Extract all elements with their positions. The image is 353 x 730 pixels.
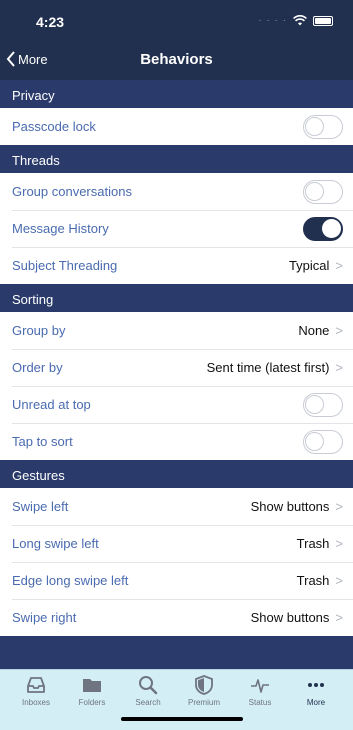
- unread-at-top-toggle[interactable]: [303, 392, 343, 417]
- pulse-icon: [251, 679, 269, 693]
- row-group-conversations: Group conversations: [0, 173, 353, 210]
- row-label: Message History: [12, 221, 109, 236]
- tab-premium[interactable]: Premium: [176, 674, 232, 707]
- row-value: Sent time (latest first): [206, 360, 330, 375]
- row-label: Edge long swipe left: [12, 573, 129, 588]
- settings-list: Privacy Passcode lock Threads Group conv…: [0, 80, 353, 636]
- row-group-by[interactable]: Group by None >: [0, 312, 353, 349]
- section-header-privacy: Privacy: [0, 80, 353, 108]
- chevron-right-icon: >: [335, 499, 343, 514]
- tab-search[interactable]: Search: [120, 674, 176, 707]
- folder-icon: [83, 679, 101, 692]
- section-header-gestures: Gestures: [0, 460, 353, 488]
- row-label: Swipe right: [12, 610, 77, 625]
- status-time: 4:23: [36, 14, 65, 30]
- row-value: Typical: [288, 258, 330, 273]
- chevron-right-icon: >: [335, 536, 343, 551]
- tab-status[interactable]: Status: [232, 674, 288, 707]
- wifi-icon: [293, 15, 307, 26]
- search-icon: [139, 676, 158, 695]
- inbox-icon: [27, 677, 45, 693]
- row-swipe-right[interactable]: Swipe right Show buttons >: [0, 599, 353, 636]
- section-header-sorting: Sorting: [0, 284, 353, 312]
- row-label: Long swipe left: [12, 536, 99, 551]
- row-value: None: [298, 323, 330, 338]
- tab-label: Inboxes: [21, 698, 51, 707]
- row-unread-at-top: Unread at top: [0, 386, 353, 423]
- row-swipe-left[interactable]: Swipe left Show buttons >: [0, 488, 353, 525]
- toggle-knob: [305, 431, 324, 451]
- toggle-knob: [305, 394, 324, 414]
- section-header-threads: Threads: [0, 145, 353, 173]
- toggle-knob: [305, 181, 324, 201]
- tab-label: Folders: [78, 698, 106, 707]
- tab-label: Search: [135, 698, 161, 707]
- row-label: Passcode lock: [12, 119, 96, 134]
- chevron-right-icon: >: [335, 323, 343, 338]
- row-order-by[interactable]: Order by Sent time (latest first) >: [0, 349, 353, 386]
- row-tap-to-sort: Tap to sort: [0, 423, 353, 460]
- page-title: Behaviors: [140, 51, 213, 68]
- row-label: Subject Threading: [12, 258, 118, 273]
- row-value: Trash: [296, 536, 330, 551]
- row-label: Unread at top: [12, 397, 91, 412]
- tab-inboxes[interactable]: Inboxes: [8, 674, 64, 707]
- home-indicator: [121, 717, 243, 721]
- row-value: Show buttons: [250, 499, 330, 514]
- tab-label: Status: [248, 698, 272, 707]
- chevron-right-icon: >: [335, 258, 343, 273]
- tab-more[interactable]: More: [288, 674, 344, 707]
- chevron-right-icon: >: [335, 610, 343, 625]
- message-history-toggle[interactable]: [303, 216, 343, 241]
- row-message-history: Message History: [0, 210, 353, 247]
- more-icon: [308, 683, 324, 687]
- shield-icon: [195, 675, 213, 695]
- row-value: Show buttons: [250, 610, 330, 625]
- row-long-swipe-left[interactable]: Long swipe left Trash >: [0, 525, 353, 562]
- row-value: Trash: [296, 573, 330, 588]
- tab-label: Premium: [187, 698, 220, 707]
- chevron-right-icon: >: [335, 573, 343, 588]
- navigation-bar: More Behaviors: [0, 40, 353, 80]
- row-passcode-lock: Passcode lock: [0, 108, 353, 145]
- row-edge-long-swipe-left[interactable]: Edge long swipe left Trash >: [0, 562, 353, 599]
- row-subject-threading[interactable]: Subject Threading Typical >: [0, 247, 353, 284]
- toggle-knob: [322, 218, 341, 238]
- tab-folders[interactable]: Folders: [64, 674, 120, 707]
- passcode-lock-toggle[interactable]: [303, 114, 343, 139]
- toggle-knob: [305, 116, 324, 136]
- row-label: Order by: [12, 360, 63, 375]
- tab-label: More: [306, 698, 326, 707]
- signal-icon: · · · ·: [258, 15, 287, 26]
- chevron-right-icon: >: [335, 360, 343, 375]
- battery-icon: [313, 15, 333, 26]
- row-label: Tap to sort: [12, 434, 73, 449]
- row-label: Group conversations: [12, 184, 132, 199]
- group-conversations-toggle[interactable]: [303, 179, 343, 204]
- row-label: Swipe left: [12, 499, 69, 514]
- status-bar: 4:23 · · · ·: [0, 0, 353, 40]
- status-indicators: · · · ·: [258, 15, 333, 26]
- row-label: Group by: [12, 323, 66, 338]
- tap-to-sort-toggle[interactable]: [303, 429, 343, 454]
